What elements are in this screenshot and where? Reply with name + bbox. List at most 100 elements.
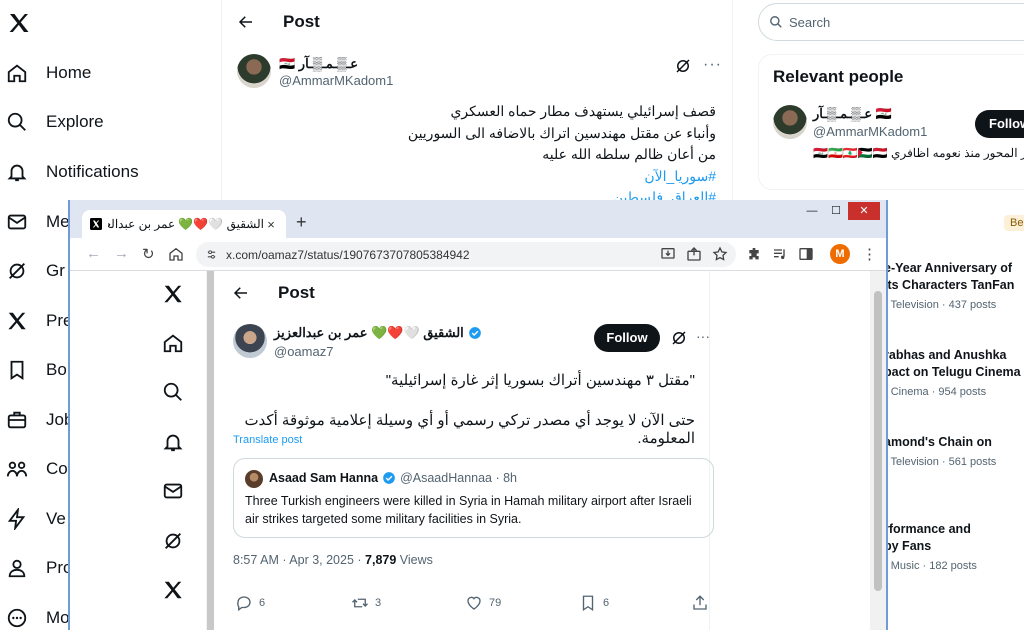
nav-communities[interactable]: Co xyxy=(6,454,68,484)
bell-icon xyxy=(7,164,27,182)
nav-bookmarks[interactable]: Bo xyxy=(6,355,67,385)
url-input[interactable]: x.com/oamaz7/status/1907673707805384942 xyxy=(196,242,736,267)
trend-title: amond's Chain on xyxy=(884,435,992,449)
nav-explore-label: Explore xyxy=(46,112,104,131)
like-count: 79 xyxy=(489,597,502,609)
trend-item[interactable]: rabhas and Anushka pact on Telugu Cinema… xyxy=(884,347,1024,398)
search-input[interactable]: Search xyxy=(758,3,1024,41)
author-handle[interactable]: @oamaz7 xyxy=(274,344,333,359)
x-logo-icon[interactable] xyxy=(162,283,184,305)
forward-button[interactable]: → xyxy=(114,245,129,262)
share-icon xyxy=(693,595,707,610)
nav-more[interactable]: Mo xyxy=(6,603,70,630)
person-handle[interactable]: @AmmarMKadom1 xyxy=(813,124,927,139)
nav-profile[interactable]: Pro xyxy=(6,553,72,583)
nav-verified[interactable]: Ve xyxy=(6,504,66,534)
grok-icon xyxy=(9,263,25,279)
nav-home[interactable]: Home xyxy=(6,58,91,88)
back-button[interactable]: ← xyxy=(86,245,101,262)
bookmark-star-icon[interactable] xyxy=(712,246,728,262)
follow-button[interactable]: Follow xyxy=(594,324,660,352)
nav-messages[interactable]: Me xyxy=(6,207,70,237)
hashtag-link[interactable]: #سوريا_الآن xyxy=(276,166,716,188)
nav-notifications[interactable]: Notifications xyxy=(6,157,139,187)
mail-icon[interactable] xyxy=(162,480,184,502)
address-bar-row: ← → ↻ x.com/oamaz7/status/19076737078053… xyxy=(70,238,886,271)
search-icon[interactable] xyxy=(162,381,184,403)
avatar[interactable] xyxy=(237,54,271,88)
post-timestamp[interactable]: 8:57 AM · Apr 3, 2025 · xyxy=(233,553,365,567)
like-button[interactable]: 79 xyxy=(465,594,501,612)
bell-icon[interactable] xyxy=(162,431,184,453)
nav-premium[interactable]: Pre xyxy=(6,306,72,336)
trend-item[interactable]: amond's Chain on · Television · 561 post… xyxy=(884,434,1024,468)
trend-badge: Be xyxy=(1004,215,1024,231)
author-name[interactable]: الشقيق 🤍❤️💚 عمر بن عبدالعزيز xyxy=(274,325,482,341)
more-options-icon[interactable]: ··· xyxy=(703,56,722,74)
person-name[interactable]: عـ▒ـمـ▒ـآر 🇮🇶 xyxy=(813,106,892,122)
profile-avatar[interactable]: M xyxy=(830,244,850,264)
scrollbar[interactable] xyxy=(207,271,214,630)
more-options-icon[interactable]: ··· xyxy=(696,328,710,344)
home-icon[interactable] xyxy=(162,332,184,354)
new-tab-button[interactable]: + xyxy=(296,212,307,233)
side-panel-icon[interactable] xyxy=(798,246,814,262)
avatar[interactable] xyxy=(773,105,807,139)
trend-item[interactable]: e-Year Anniversary of Its Characters Tan… xyxy=(884,260,1024,311)
avatar[interactable] xyxy=(233,324,267,358)
search-icon xyxy=(7,112,26,131)
quoted-post-header: Asaad Sam Hanna @AsaadHannaa · 8h xyxy=(269,471,517,485)
x-logo-icon[interactable] xyxy=(7,11,31,35)
bookmark-count: 6 xyxy=(603,597,610,609)
views-count: 7,879 xyxy=(365,553,397,567)
nav-jobs[interactable]: Job xyxy=(6,405,73,435)
grok-icon[interactable] xyxy=(162,530,184,552)
page-scrollbar[interactable] xyxy=(870,271,886,630)
repost-button[interactable]: 3 xyxy=(351,594,381,612)
repost-count: 3 xyxy=(375,597,382,609)
grok-icon[interactable] xyxy=(674,57,692,75)
search-icon xyxy=(770,16,782,28)
scrollbar-thumb[interactable] xyxy=(874,291,882,591)
quoted-post-card[interactable]: Asaad Sam Hanna @AsaadHannaa · 8h Three … xyxy=(233,458,714,538)
briefcase-icon xyxy=(7,411,27,429)
media-control-icon[interactable] xyxy=(772,246,788,262)
url-text: x.com/oamaz7/status/1907673707805384942 xyxy=(226,247,470,262)
avatar xyxy=(245,470,263,488)
follow-button[interactable]: Follow xyxy=(975,110,1024,138)
bookmark-icon xyxy=(10,360,24,380)
heart-icon xyxy=(467,596,481,610)
search-placeholder: Search xyxy=(789,14,831,30)
x-logo-icon xyxy=(8,312,26,330)
browser-tab[interactable]: الشقيق 🤍❤️💚 عمر بن عبدالعزيز / X × xyxy=(82,210,286,238)
home-icon[interactable] xyxy=(168,246,184,262)
share-button[interactable] xyxy=(691,594,715,612)
author-name[interactable]: عـ▒ـمـ▒ـآر 🇮🇶 xyxy=(279,56,358,72)
author-handle[interactable]: @AmmarMKadom1 xyxy=(279,73,393,88)
back-arrow-icon[interactable] xyxy=(237,13,255,31)
trend-title: rformance and xyxy=(884,522,971,536)
extensions-icon[interactable] xyxy=(746,246,762,262)
translate-post-link[interactable]: Translate post xyxy=(233,434,302,446)
nav-grok[interactable]: Gr xyxy=(6,256,65,286)
x-logo-icon[interactable] xyxy=(162,579,184,601)
back-arrow-icon[interactable] xyxy=(232,284,250,302)
browser-menu-icon[interactable]: ⋮ xyxy=(862,245,877,263)
relevant-people-title: Relevant people xyxy=(773,67,904,86)
site-info-icon[interactable] xyxy=(206,249,217,260)
share-icon[interactable] xyxy=(686,246,702,262)
install-app-icon[interactable] xyxy=(660,246,676,262)
nav-verified-label: Ve xyxy=(46,509,66,528)
background-post-header: Post xyxy=(237,10,320,34)
nav-explore[interactable]: Explore xyxy=(6,107,104,137)
reply-button[interactable]: 6 xyxy=(235,594,265,612)
tab-close-icon[interactable]: × xyxy=(264,217,278,232)
reload-button[interactable]: ↻ xyxy=(142,245,155,263)
bookmark-button[interactable]: 6 xyxy=(579,594,609,612)
trend-item[interactable]: rformance and by Fans · Music · 182 post… xyxy=(884,521,1024,572)
trend-title: pact on Telugu Cinema xyxy=(884,365,1021,379)
close-window-button[interactable]: ✕ xyxy=(848,202,880,220)
grok-icon[interactable] xyxy=(670,329,688,347)
trend-meta: · Music · 182 posts xyxy=(884,560,977,572)
home-icon xyxy=(7,64,27,83)
